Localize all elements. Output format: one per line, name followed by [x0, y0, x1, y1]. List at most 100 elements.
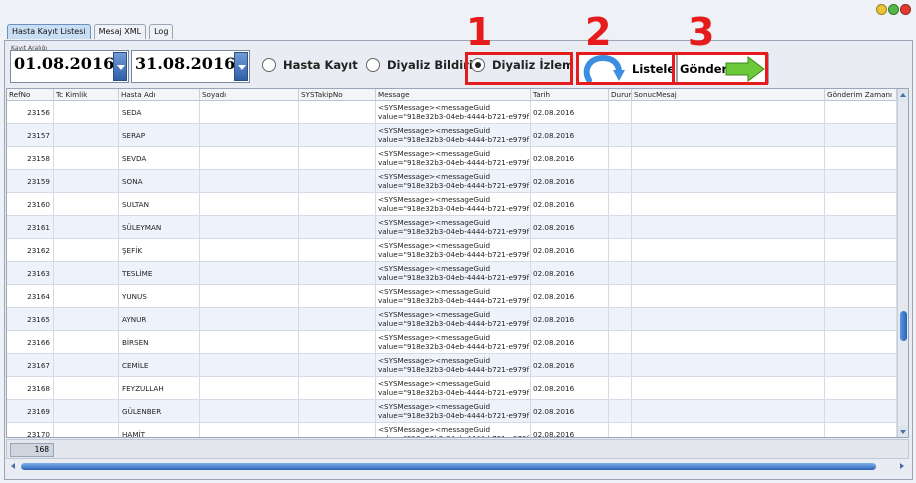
- cell-tc-kimlik[interactable]: [54, 308, 119, 331]
- cell-refno[interactable]: 23162: [7, 239, 54, 262]
- cell-durum[interactable]: [609, 331, 632, 354]
- cell-sys-takip-no[interactable]: [299, 124, 376, 147]
- column-header-gonderim-zamani[interactable]: Gönderim Zamanı: [825, 89, 897, 101]
- cell-tc-kimlik[interactable]: [54, 147, 119, 170]
- cell-soyadi[interactable]: [200, 193, 299, 216]
- scroll-right-icon[interactable]: [900, 463, 904, 469]
- table-row[interactable]: 23170 HAMİT <SYSMessage><messageGuidvalue=…: [7, 423, 897, 437]
- cell-sys-takip-no[interactable]: [299, 285, 376, 308]
- cell-message[interactable]: <SYSMessage><messageGuidvalue="918e32b3-…: [376, 193, 531, 216]
- scroll-up-icon[interactable]: [898, 89, 908, 101]
- date-from-dropdown-icon[interactable]: [113, 52, 127, 81]
- cell-message[interactable]: <SYSMessage><messageGuidvalue="918e32b3-…: [376, 239, 531, 262]
- cell-sonuc-mesaj[interactable]: [632, 147, 825, 170]
- cell-message[interactable]: <SYSMessage><messageGuidvalue="918e32b3-…: [376, 285, 531, 308]
- cell-gonderim-zamani[interactable]: [825, 308, 897, 331]
- table-row[interactable]: 23162 ŞEFİK <SYSMessage><messageGuid value=…: [7, 239, 897, 262]
- column-header-tc-kimlik[interactable]: Tc Kimlik: [54, 89, 119, 101]
- cell-sys-takip-no[interactable]: [299, 193, 376, 216]
- cell-soyadi[interactable]: [200, 170, 299, 193]
- table-row[interactable]: 23161 SÜLEYMAN <SYSMessage><messageGuid val…: [7, 216, 897, 239]
- cell-hasta-adi[interactable]: CEMİLE: [119, 354, 200, 377]
- cell-tarih[interactable]: 02.08.2016: [531, 170, 609, 193]
- cell-soyadi[interactable]: [200, 147, 299, 170]
- cell-soyadi[interactable]: [200, 423, 299, 437]
- cell-message[interactable]: <SYSMessage><messageGuidvalue="918e32b3-…: [376, 354, 531, 377]
- cell-soyadi[interactable]: [200, 216, 299, 239]
- cell-durum[interactable]: [609, 285, 632, 308]
- cell-tc-kimlik[interactable]: [54, 423, 119, 437]
- column-header-tarih[interactable]: Tarih: [531, 89, 609, 101]
- cell-gonderim-zamani[interactable]: [825, 354, 897, 377]
- date-from-picker[interactable]: 01.08.2016: [10, 50, 129, 83]
- cell-durum[interactable]: [609, 170, 632, 193]
- cell-sys-takip-no[interactable]: [299, 377, 376, 400]
- cell-gonderim-zamani[interactable]: [825, 285, 897, 308]
- cell-message[interactable]: <SYSMessage><messageGuidvalue="918e32b3-…: [376, 331, 531, 354]
- cell-soyadi[interactable]: [200, 124, 299, 147]
- cell-refno[interactable]: 23170: [7, 423, 54, 437]
- cell-sys-takip-no[interactable]: [299, 101, 376, 124]
- cell-hasta-adi[interactable]: SERAP: [119, 124, 200, 147]
- column-header-refno[interactable]: RefNo: [7, 89, 54, 101]
- cell-durum[interactable]: [609, 400, 632, 423]
- radio-circle-icon[interactable]: [262, 58, 276, 72]
- column-header-durum[interactable]: Durum: [609, 89, 632, 101]
- maximize-window-icon[interactable]: [888, 4, 899, 15]
- cell-sonuc-mesaj[interactable]: [632, 354, 825, 377]
- cell-tc-kimlik[interactable]: [54, 331, 119, 354]
- tab-log[interactable]: Log: [149, 24, 174, 39]
- cell-gonderim-zamani[interactable]: [825, 423, 897, 437]
- column-header-hasta-adi[interactable]: Hasta Adı: [119, 89, 200, 101]
- cell-durum[interactable]: [609, 101, 632, 124]
- cell-soyadi[interactable]: [200, 239, 299, 262]
- cell-refno[interactable]: 23168: [7, 377, 54, 400]
- cell-soyadi[interactable]: [200, 101, 299, 124]
- table-row[interactable]: 23164 YUNUS <SYSMessage><messageGuid value=…: [7, 285, 897, 308]
- cell-soyadi[interactable]: [200, 308, 299, 331]
- cell-sonuc-mesaj[interactable]: [632, 170, 825, 193]
- tab-hasta-kayit-listesi[interactable]: Hasta Kayıt Listesi: [7, 24, 91, 39]
- cell-tarih[interactable]: 02.08.2016: [531, 101, 609, 124]
- cell-durum[interactable]: [609, 124, 632, 147]
- cell-sonuc-mesaj[interactable]: [632, 216, 825, 239]
- cell-gonderim-zamani[interactable]: [825, 239, 897, 262]
- cell-sonuc-mesaj[interactable]: [632, 193, 825, 216]
- cell-tc-kimlik[interactable]: [54, 354, 119, 377]
- cell-durum[interactable]: [609, 423, 632, 437]
- cell-message[interactable]: <SYSMessage><messageGuidvalue="918e32b3-…: [376, 377, 531, 400]
- cell-hasta-adi[interactable]: YUNUS: [119, 285, 200, 308]
- cell-sonuc-mesaj[interactable]: [632, 285, 825, 308]
- table-row[interactable]: 23156 SEDA <SYSMessage><messageGuid value="…: [7, 101, 897, 124]
- cell-hasta-adi[interactable]: SONA: [119, 170, 200, 193]
- cell-gonderim-zamani[interactable]: [825, 147, 897, 170]
- cell-hasta-adi[interactable]: HAMİT: [119, 423, 200, 437]
- cell-sonuc-mesaj[interactable]: [632, 331, 825, 354]
- cell-refno[interactable]: 23158: [7, 147, 54, 170]
- table-row[interactable]: 23163 TESLİME <SYSMessage><messageGuid valu…: [7, 262, 897, 285]
- cell-hasta-adi[interactable]: SULTAN: [119, 193, 200, 216]
- vertical-scrollbar[interactable]: [897, 89, 908, 437]
- table-row[interactable]: 23159 SONA <SYSMessage><messageGuid value="…: [7, 170, 897, 193]
- cell-tarih[interactable]: 02.08.2016: [531, 193, 609, 216]
- column-header-soyadi[interactable]: Soyadı: [200, 89, 299, 101]
- cell-refno[interactable]: 23163: [7, 262, 54, 285]
- cell-refno[interactable]: 23157: [7, 124, 54, 147]
- cell-durum[interactable]: [609, 147, 632, 170]
- cell-durum[interactable]: [609, 262, 632, 285]
- cell-hasta-adi[interactable]: BİRSEN: [119, 331, 200, 354]
- cell-tarih[interactable]: 02.08.2016: [531, 239, 609, 262]
- cell-hasta-adi[interactable]: GÜLENBER: [119, 400, 200, 423]
- cell-tc-kimlik[interactable]: [54, 239, 119, 262]
- cell-sys-takip-no[interactable]: [299, 239, 376, 262]
- cell-refno[interactable]: 23165: [7, 308, 54, 331]
- cell-sys-takip-no[interactable]: [299, 216, 376, 239]
- column-header-sonuc-mesaj[interactable]: SonucMesaj: [632, 89, 825, 101]
- cell-gonderim-zamani[interactable]: [825, 262, 897, 285]
- cell-durum[interactable]: [609, 239, 632, 262]
- cell-sys-takip-no[interactable]: [299, 331, 376, 354]
- cell-gonderim-zamani[interactable]: [825, 377, 897, 400]
- date-to-dropdown-icon[interactable]: [234, 52, 248, 81]
- table-row[interactable]: 23168 FEYZULLAH <SYSMessage><messageGuid va…: [7, 377, 897, 400]
- cell-tarih[interactable]: 02.08.2016: [531, 331, 609, 354]
